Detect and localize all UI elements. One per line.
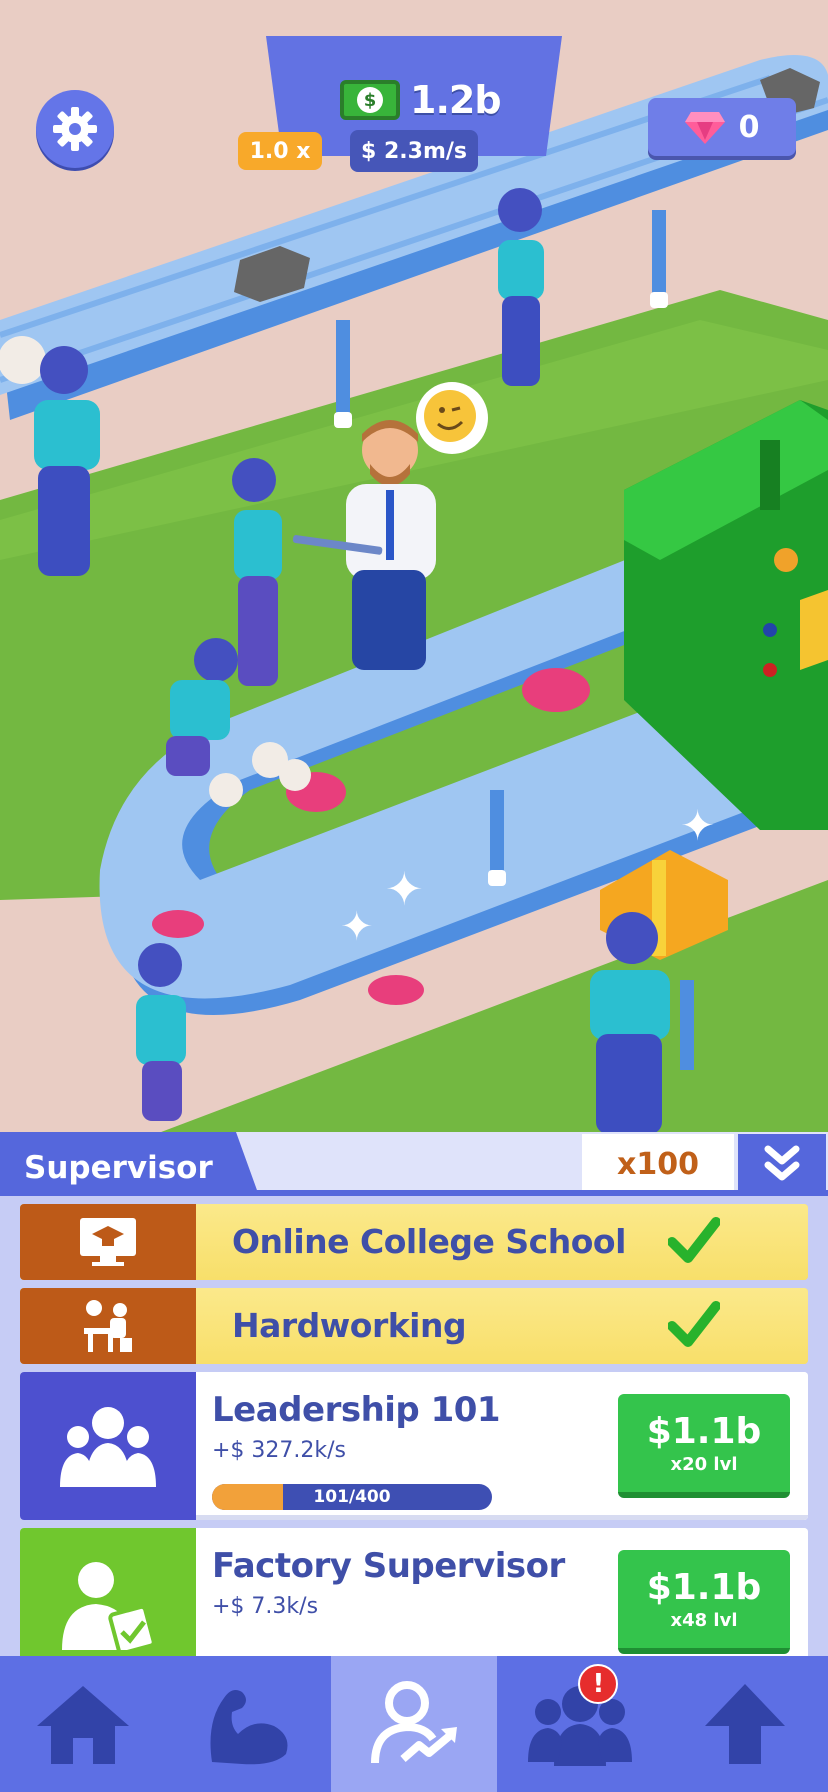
svg-text:✦: ✦ [340,904,374,950]
panel-title: Supervisor [24,1150,213,1186]
upgrade-row-hardworking: Hardworking [20,1288,808,1364]
collapse-panel-button[interactable] [738,1134,826,1194]
team-icon [60,1407,156,1487]
upgrade-panel: Supervisor x100 Online College School Ha… [0,1132,828,1676]
upgrade-title: Online College School [232,1222,626,1261]
checkmark-icon [668,1301,720,1347]
product-shoes [152,910,204,938]
nav-upgrade[interactable] [662,1656,828,1792]
product-pink-fabric [522,668,590,712]
multiplier-badge: 1.0 x [238,132,322,170]
gem-icon [684,112,725,144]
arrow-up-icon [705,1684,786,1764]
progress-label: 101/400 [313,1487,391,1507]
nav-home[interactable] [0,1656,166,1792]
upgrade-row-online-college-school: Online College School [20,1204,808,1280]
level-progress-bar: 101/400 [212,1484,492,1510]
buy-upgrade-button[interactable]: $1.1b x48 lvl [618,1550,790,1654]
desk-worker-icon [84,1300,132,1352]
game-screen: ✦ ✦ ✦ $ 1.2b 1.0 x $ 2.3m/s 0 Supervisor… [0,0,828,1792]
nav-strength[interactable] [166,1656,332,1792]
muscle-icon [210,1690,288,1765]
upgrade-list[interactable]: Online College School Hardworking Leader… [0,1190,828,1676]
buy-price: $1.1b [646,1567,762,1608]
settings-button[interactable] [36,90,114,168]
team-icon [527,1686,632,1766]
upgrade-title: Factory Supervisor [212,1546,565,1586]
gear-icon [53,107,97,151]
money-display: $ 1.2b [340,78,502,122]
manager-growth-icon [370,1681,457,1764]
upgrade-row-leadership-101: Leadership 101 +$ 327.2k/s 101/400 $1.1b… [20,1372,808,1520]
upgrade-income: +$ 7.3k/s [212,1594,319,1619]
supervisor-clipboard-icon [62,1562,156,1650]
buy-upgrade-button[interactable]: $1.1b x20 lvl [618,1394,790,1498]
multiplier-toggle-button[interactable]: x100 [582,1134,734,1194]
nav-team[interactable]: ! [497,1656,663,1792]
income-rate-badge: $ 2.3m/s [350,130,478,172]
upgrade-row-factory-supervisor: Factory Supervisor +$ 7.3k/s $1.1b x48 l… [20,1528,808,1676]
nav-manager[interactable] [331,1656,497,1792]
upgrade-title: Hardworking [232,1306,467,1345]
money-value: 1.2b [410,78,502,122]
gem-count: 0 [738,109,760,145]
checkmark-icon [668,1217,720,1263]
gem-counter[interactable]: 0 [648,98,796,156]
upgrade-title: Leadership 101 [212,1390,501,1430]
bottom-nav: ! [0,1656,828,1792]
emoji-bubble [416,382,488,454]
svg-text:✦: ✦ [385,862,424,916]
buy-price: $1.1b [646,1411,762,1452]
buy-levels: x48 lvl [670,1610,738,1631]
buy-levels: x20 lvl [670,1454,738,1475]
home-icon [36,1686,129,1764]
svg-text:✦: ✦ [680,801,715,850]
upgrade-income: +$ 327.2k/s [212,1438,347,1463]
cash-icon: $ [340,80,400,120]
double-chevron-down-icon [764,1145,800,1181]
graduation-monitor-icon [80,1218,136,1266]
